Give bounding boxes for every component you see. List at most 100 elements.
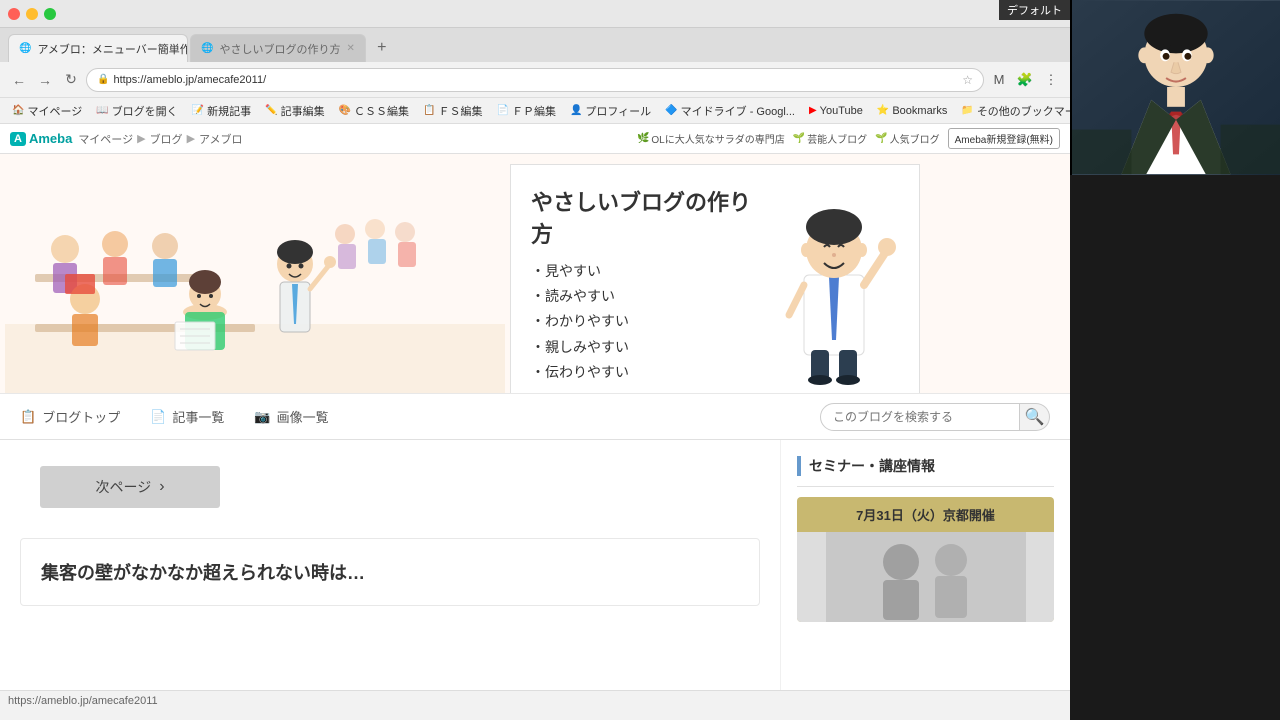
blog-nav-articles[interactable]: 📄 記事一覧 xyxy=(150,407,224,426)
next-page-label: 次ページ xyxy=(95,477,151,497)
seminar-photo-svg xyxy=(826,532,1026,622)
seminar-date: 7月31日（火）京都開催 xyxy=(797,497,1054,532)
back-button[interactable]: ← xyxy=(8,69,30,91)
bookmark-mypage[interactable]: 🏠 マイページ xyxy=(6,101,88,121)
bookmarks-bar: 🏠 マイページ 📖 ブログを開く 📝 新規記事 ✏️ 記事編集 🎨 ＣＳＳ編集 … xyxy=(0,98,1070,124)
blog-nav: 📋 ブログトップ 📄 記事一覧 📷 画像一覧 🔍 xyxy=(0,394,1070,440)
breadcrumb-mypage[interactable]: マイページ xyxy=(78,131,133,147)
bookmark-youtube-label: YouTube xyxy=(820,105,863,117)
bookmark-profile[interactable]: 👤 プロフィール xyxy=(564,101,657,121)
bookmark-mypage-label: マイページ xyxy=(27,103,82,119)
header-tag-salad[interactable]: 🌿 OLに大人気なサラダの専門店 xyxy=(637,131,785,146)
site-header-right: 🌿 OLに大人気なサラダの専門店 🌱 芸能人ブログ 🌱 人気ブログ Ameba新… xyxy=(637,128,1060,149)
breadcrumb-ameblo[interactable]: アメブロ xyxy=(199,131,242,147)
mypage-icon: 🏠 xyxy=(12,105,24,116)
bookmark-fs-label: ＦＳ編集 xyxy=(439,103,483,119)
site-content: A Ameba マイページ ▶ ブログ ▶ アメブロ 🌿 OLに大人気なサラダの… xyxy=(0,124,1070,690)
hero-panel: やさしいブログの作り方 見やすい 読みやすい わかりやすい 親しみやすい 伝わり… xyxy=(510,164,920,394)
seminar-card: 7月31日（火）京都開催 xyxy=(797,497,1054,622)
forward-button[interactable]: → xyxy=(34,69,56,91)
bookmark-fp[interactable]: 📄 ＦＰ編集 xyxy=(491,101,562,121)
tab-bar: 🌐 アメブロ：メニューバー簡単作成... ✕ 🌐 やさしいブログの作り方 ✕ + xyxy=(0,28,1070,62)
search-icon: 🔍 xyxy=(1025,407,1045,427)
article-title[interactable]: 集客の壁がなかなか超えられない時は… xyxy=(41,559,739,585)
sidebar-divider xyxy=(797,486,1054,487)
extensions-icon[interactable]: 🧩 xyxy=(1014,69,1036,91)
blog-nav-images-label: 画像一覧 xyxy=(277,407,329,426)
nav-bar: ← → ↻ 🔒 https://ameblo.jp/amecafe2011/ ☆… xyxy=(0,62,1070,98)
blog-search: 🔍 xyxy=(820,403,1050,431)
bookmark-bookmarks[interactable]: ⭐ Bookmarks xyxy=(871,103,953,119)
minimize-traffic-light[interactable] xyxy=(26,8,38,20)
maximize-traffic-light[interactable] xyxy=(44,8,56,20)
tab2-label: やさしいブログの作り方 xyxy=(219,41,340,57)
address-url: https://ameblo.jp/amecafe2011/ xyxy=(113,74,266,86)
next-page-chevron-icon: › xyxy=(159,478,164,496)
tab-2[interactable]: 🌐 やさしいブログの作り方 ✕ xyxy=(190,34,366,62)
tab1-favicon: 🌐 xyxy=(19,43,31,54)
sidebar-section-title: セミナー・講座情報 xyxy=(797,456,1054,476)
fp-icon: 📄 xyxy=(497,105,509,116)
tab2-favicon: 🌐 xyxy=(201,43,213,54)
bookmark-fs[interactable]: 📋 ＦＳ編集 xyxy=(417,101,488,121)
blog-nav-images[interactable]: 📷 画像一覧 xyxy=(254,407,328,426)
open-blog-icon: 📖 xyxy=(96,105,108,116)
bookmark-open-blog-label: ブログを開く xyxy=(112,103,178,119)
new-tab-button[interactable]: + xyxy=(368,34,396,62)
bookmark-bookmarks-label: Bookmarks xyxy=(892,105,947,117)
css-icon: 🎨 xyxy=(339,105,351,116)
classroom-svg xyxy=(5,174,505,394)
tab-1[interactable]: 🌐 アメブロ：メニューバー簡単作成... ✕ xyxy=(8,34,188,62)
bookmark-profile-label: プロフィール xyxy=(585,103,651,119)
sidebar-section-title-text: セミナー・講座情報 xyxy=(809,456,935,476)
ameba-logo-icon: A xyxy=(10,132,26,146)
youtube-icon: ▶ xyxy=(809,105,817,116)
bullet-4: 親しみやすい xyxy=(531,335,759,360)
bookmark-new-article[interactable]: 📝 新規記事 xyxy=(186,101,257,121)
header-tag-popular[interactable]: 🌱 人気ブログ xyxy=(875,131,939,146)
bookmark-drive[interactable]: 🔷 マイドライブ - Googl... xyxy=(659,101,801,121)
new-registration-button[interactable]: Ameba新規登録(無料) xyxy=(948,128,1060,149)
close-traffic-light[interactable] xyxy=(8,8,20,20)
articles-icon: 📄 xyxy=(150,409,166,425)
address-bar[interactable]: 🔒 https://ameblo.jp/amecafe2011/ ☆ xyxy=(86,68,984,92)
bookmark-css[interactable]: 🎨 ＣＳＳ編集 xyxy=(333,101,415,121)
reload-button[interactable]: ↻ xyxy=(60,69,82,91)
bookmark-fp-label: ＦＰ編集 xyxy=(512,103,556,119)
breadcrumb: マイページ ▶ ブログ ▶ アメブロ xyxy=(78,131,242,147)
search-button[interactable]: 🔍 xyxy=(1020,403,1050,431)
new-registration-label: Ameba新規登録(無料) xyxy=(955,135,1053,146)
teacher-character xyxy=(769,185,899,394)
bookmark-edit-article-label: 記事編集 xyxy=(281,103,325,119)
bookmark-open-blog[interactable]: 📖 ブログを開く xyxy=(90,101,183,121)
header-tag-salad-label: OLに大人気なサラダの専門店 xyxy=(651,131,784,146)
header-tag-celebrity[interactable]: 🌱 芸能人ブログ xyxy=(793,131,867,146)
status-bar: https://ameblo.jp/amecafe2011 xyxy=(0,690,1070,710)
next-page-button[interactable]: 次ページ › xyxy=(40,466,220,508)
tab1-label: アメブロ：メニューバー簡単作成... xyxy=(37,41,188,57)
tab2-close-icon[interactable]: ✕ xyxy=(346,43,354,54)
menu-icon[interactable]: ⋮ xyxy=(1040,69,1062,91)
bookmark-star-icon[interactable]: ☆ xyxy=(962,73,973,87)
bullet-3: わかりやすい xyxy=(531,309,759,334)
fs-icon: 📋 xyxy=(423,105,435,116)
article-card: 集客の壁がなかなか超えられない時は… xyxy=(20,538,760,606)
blog-hero: やさしいブログの作り方 見やすい 読みやすい わかりやすい 親しみやすい 伝わり… xyxy=(0,154,1070,394)
bookmark-youtube[interactable]: ▶ YouTube xyxy=(803,103,869,119)
profile-icon: 👤 xyxy=(570,105,582,116)
breadcrumb-sep1: ▶ xyxy=(137,132,145,145)
ameba-logo[interactable]: A Ameba xyxy=(10,131,72,146)
bookmark-edit-article[interactable]: ✏️ 記事編集 xyxy=(259,101,330,121)
title-bar xyxy=(0,0,1070,28)
blog-nav-top[interactable]: 📋 ブログトップ xyxy=(20,407,120,426)
blog-top-icon: 📋 xyxy=(20,409,36,425)
breadcrumb-blog[interactable]: ブログ xyxy=(150,131,183,147)
default-profile-label: デフォルト xyxy=(999,0,1070,20)
gmail-icon[interactable]: M xyxy=(988,69,1010,91)
edit-article-icon: ✏️ xyxy=(265,105,277,116)
bookmark-other[interactable]: 📁 その他のブックマーク xyxy=(955,101,1070,121)
classroom-illustration xyxy=(0,174,510,394)
search-input[interactable] xyxy=(820,403,1020,431)
main-content: 次ページ › 集客の壁がなかなか超えられない時は… セミナー・講座情報 7月31… xyxy=(0,440,1070,690)
celebrity-icon: 🌱 xyxy=(793,133,805,144)
